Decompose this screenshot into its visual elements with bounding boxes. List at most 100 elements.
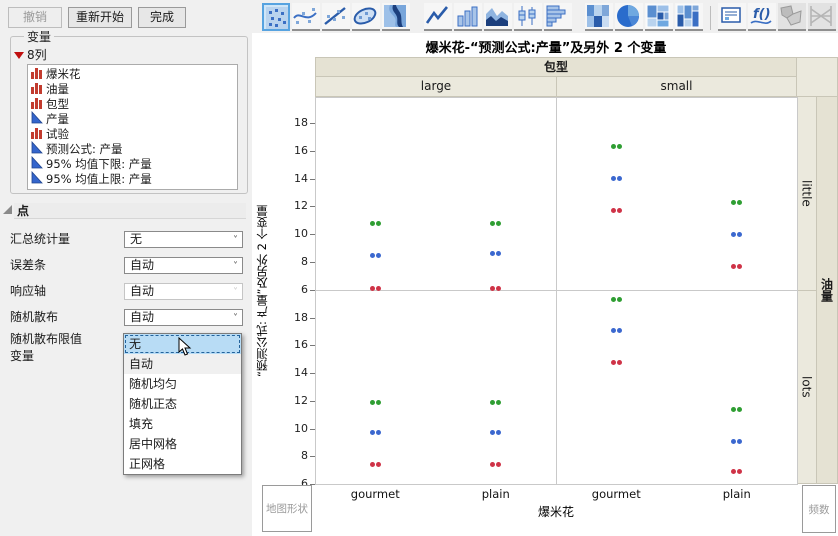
dropdown-option[interactable]: 随机均匀 [124, 374, 241, 394]
points-icon[interactable] [262, 3, 290, 31]
variable-item[interactable]: 包型 [31, 97, 237, 112]
plot-panel-large-lots [315, 290, 557, 485]
x-category-label[interactable]: plain [702, 488, 772, 501]
dropdown-option[interactable]: 填充 [124, 414, 241, 434]
select-value: 自动 [130, 284, 154, 298]
row-group-header[interactable]: 油量 [816, 96, 838, 484]
ellipse-icon[interactable] [352, 3, 380, 31]
data-point-lower [376, 286, 381, 291]
select-value: 无 [130, 232, 142, 246]
column-group-header[interactable]: 包型 [315, 57, 797, 77]
restart-button[interactable]: 重新开始 [68, 7, 132, 28]
y-tick-label: 16 [284, 339, 308, 351]
data-point-lower [370, 286, 375, 291]
pie-icon[interactable] [615, 3, 643, 31]
variable-item[interactable]: 爆米花 [31, 67, 237, 82]
y-tick-label: 12 [284, 395, 308, 407]
chevron-down-icon: ˅ [233, 233, 238, 248]
x-category-label[interactable]: plain [461, 488, 531, 501]
points-section-header[interactable]: 点 [14, 203, 246, 219]
y-tick-label: 14 [284, 173, 308, 185]
line-of-fit-icon[interactable] [322, 3, 350, 31]
histogram-icon[interactable] [544, 3, 572, 31]
plot-panel-small-little [556, 97, 798, 291]
map-shapes-icon[interactable] [778, 3, 806, 31]
line-icon[interactable] [424, 3, 452, 31]
data-point-lower [617, 208, 622, 213]
data-point-upper [617, 144, 622, 149]
data-point-pred [611, 328, 616, 333]
data-point-upper [611, 297, 616, 302]
y-tick-label: 18 [284, 312, 308, 324]
variable-label: 95% 均值下限: 产量 [46, 157, 152, 172]
data-point-upper [496, 400, 501, 405]
box-plot-icon[interactable] [514, 3, 542, 31]
bar-icon[interactable] [454, 3, 482, 31]
variable-item[interactable]: 95% 均值上限: 产量 [31, 172, 237, 187]
汇总统计量-select[interactable]: 无˅ [124, 231, 243, 248]
y-tick-label: 12 [284, 200, 308, 212]
caption-box-icon[interactable] [718, 3, 746, 31]
x-axis-title[interactable]: 爆米花 [315, 503, 797, 520]
mouse-cursor [178, 337, 192, 360]
area-icon[interactable] [484, 3, 512, 31]
dropdown-option[interactable]: 随机正态 [124, 394, 241, 414]
parallel-icon[interactable] [808, 3, 836, 31]
data-point-upper [617, 297, 622, 302]
done-button[interactable]: 完成 [138, 7, 186, 28]
data-point-pred [376, 430, 381, 435]
undo-button[interactable]: 撤销 [8, 7, 62, 28]
formula-icon[interactable]: f() [748, 3, 776, 31]
columns-menu[interactable]: 8列 [14, 46, 47, 60]
dropdown-option[interactable]: 正网格 [124, 454, 241, 474]
data-point-lower [611, 360, 616, 365]
control-label: 误差条 [10, 257, 46, 274]
y-tick-mark [310, 290, 315, 291]
contour-icon[interactable] [382, 3, 410, 31]
column-level-large[interactable]: large [315, 76, 557, 97]
variable-item[interactable]: 油量 [31, 82, 237, 97]
variable-label: 爆米花 [46, 67, 81, 82]
y-tick-label: 16 [284, 145, 308, 157]
frequency-drop-zone[interactable]: 频数 [802, 485, 836, 533]
响应轴-select[interactable]: 自动˅ [124, 283, 243, 300]
data-point-upper [737, 407, 742, 412]
data-point-upper [376, 221, 381, 226]
y-axis-title[interactable]: “预测公式: 产量”及另外 2 个变量 [254, 97, 270, 484]
data-point-upper [376, 400, 381, 405]
row-level-little[interactable]: little [796, 96, 817, 291]
row-level-lots[interactable]: lots [796, 290, 817, 484]
data-point-pred [611, 176, 616, 181]
variable-item[interactable]: 产量 [31, 112, 237, 127]
collapse-triangle-icon[interactable] [3, 205, 12, 214]
随机散布-select[interactable]: 自动˅ [124, 309, 243, 326]
treemap-icon[interactable] [645, 3, 673, 31]
data-point-upper [731, 407, 736, 412]
y-tick-label: 6 [284, 284, 308, 296]
x-category-label[interactable]: gourmet [340, 488, 410, 501]
column-level-small[interactable]: small [556, 76, 797, 97]
map-shape-drop-zone[interactable]: 地图形状 [262, 485, 312, 532]
variable-item[interactable]: 95% 均值下限: 产量 [31, 157, 237, 172]
data-point-upper [490, 400, 495, 405]
columns-count-label: 8列 [27, 48, 47, 62]
jitter-limit-label: 随机散布限值 [10, 331, 82, 348]
y-tick-mark [310, 206, 315, 207]
y-tick-mark [310, 179, 315, 180]
smoother-icon[interactable] [292, 3, 320, 31]
variables-title: 变量 [24, 28, 54, 45]
plot-panel-large-little [315, 97, 557, 291]
data-point-pred [737, 439, 742, 444]
dropdown-option[interactable]: 居中网格 [124, 434, 241, 454]
mosaic-icon[interactable] [675, 3, 703, 31]
variable-label: 预测公式: 产量 [46, 142, 123, 157]
red-triangle-menu-icon[interactable] [14, 52, 24, 59]
variable-label: 包型 [46, 97, 69, 112]
误差条-select[interactable]: 自动˅ [124, 257, 243, 274]
variable-item[interactable]: 试验 [31, 127, 237, 142]
variable-item[interactable]: 预测公式: 产量 [31, 142, 237, 157]
heatmap-icon[interactable] [585, 3, 613, 31]
y-tick-label: 14 [284, 367, 308, 379]
x-category-label[interactable]: gourmet [581, 488, 651, 501]
data-point-lower [376, 462, 381, 467]
